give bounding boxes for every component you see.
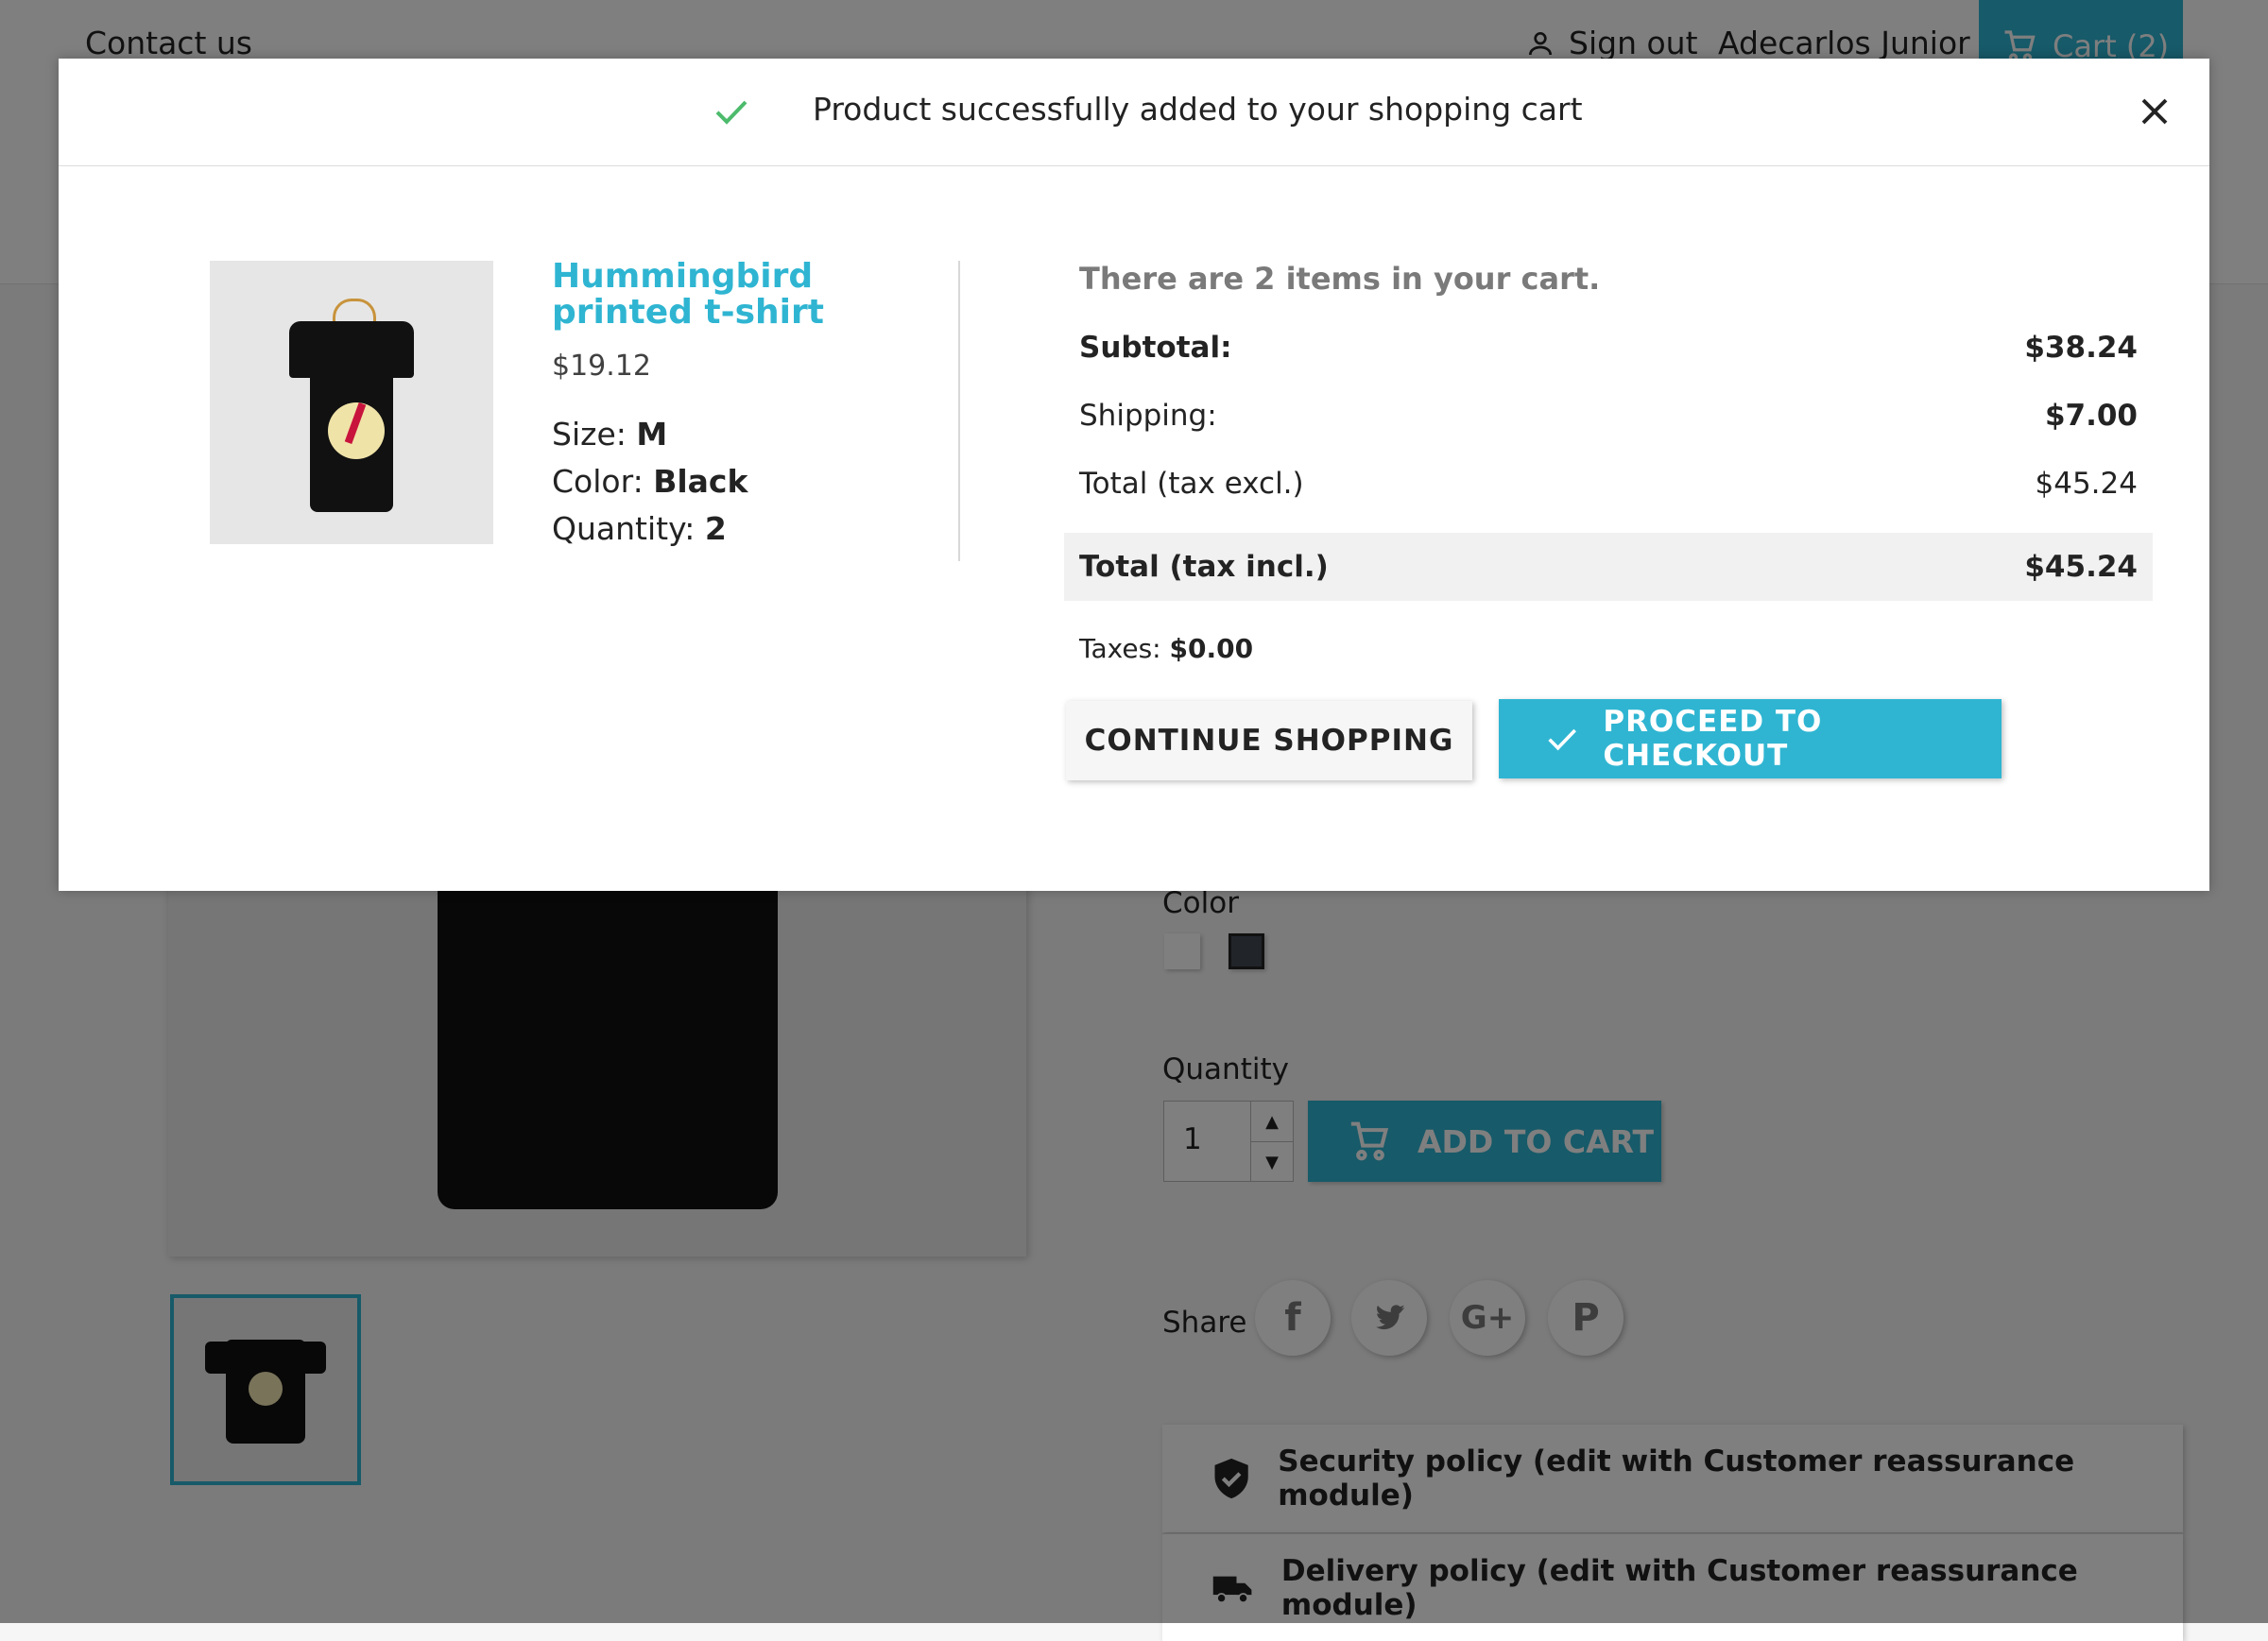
modal-product-image (210, 261, 493, 544)
continue-shopping-button[interactable]: CONTINUE SHOPPING (1066, 701, 1472, 780)
close-icon[interactable] (2138, 94, 2172, 128)
total-excl-row: Total (tax excl.) $45.24 (1079, 467, 2138, 501)
modal-product-price: $19.12 (552, 350, 651, 383)
shipping-value: $7.00 (2044, 399, 2138, 433)
size-value: M (636, 416, 668, 453)
taxes-value: $0.00 (1169, 633, 1254, 664)
checkmark-icon (1548, 728, 1576, 751)
taxes-row: Taxes: $0.00 (1079, 633, 1253, 664)
modal-header: Product successfully added to your shopp… (59, 59, 2209, 166)
shipping-row: Shipping: $7.00 (1079, 399, 2138, 433)
quantity-value: 2 (704, 510, 727, 547)
subtotal-row: Subtotal: $38.24 (1079, 331, 2138, 365)
cart-item-count: There are 2 items in your cart. (1079, 261, 1601, 297)
total-incl-value: $45.24 (2024, 550, 2138, 584)
total-excl-label: Total (tax excl.) (1079, 467, 1304, 501)
taxes-label: Taxes: (1079, 633, 1161, 664)
proceed-to-checkout-label: PROCEED TO CHECKOUT (1603, 705, 1823, 773)
modal-title: Product successfully added to your shopp… (813, 91, 1583, 128)
total-incl-row: Total (tax incl.) $45.24 (1064, 533, 2153, 601)
size-label: Size: (552, 416, 627, 453)
quantity-label: Quantity: (552, 510, 696, 547)
column-divider (958, 261, 960, 561)
color-label: Color: (552, 463, 644, 500)
modal-product-name: Hummingbird printed t-shirt (552, 257, 824, 332)
subtotal-value: $38.24 (2024, 331, 2138, 365)
hanger-graphic (333, 299, 376, 324)
subtotal-label: Subtotal: (1079, 331, 1232, 365)
proceed-to-checkout-button[interactable]: PROCEED TO CHECKOUT (1499, 699, 2002, 778)
modal-product-quantity: Quantity: 2 (552, 510, 727, 547)
checkmark-icon (715, 100, 747, 125)
modal-product-size: Size: M (552, 416, 667, 453)
color-value: Black (653, 463, 748, 500)
add-to-cart-modal: Product successfully added to your shopp… (59, 59, 2209, 891)
modal-product-color: Color: Black (552, 463, 747, 500)
shipping-label: Shipping: (1079, 399, 1217, 433)
total-excl-value: $45.24 (2035, 467, 2138, 501)
total-incl-label: Total (tax incl.) (1079, 550, 1329, 584)
